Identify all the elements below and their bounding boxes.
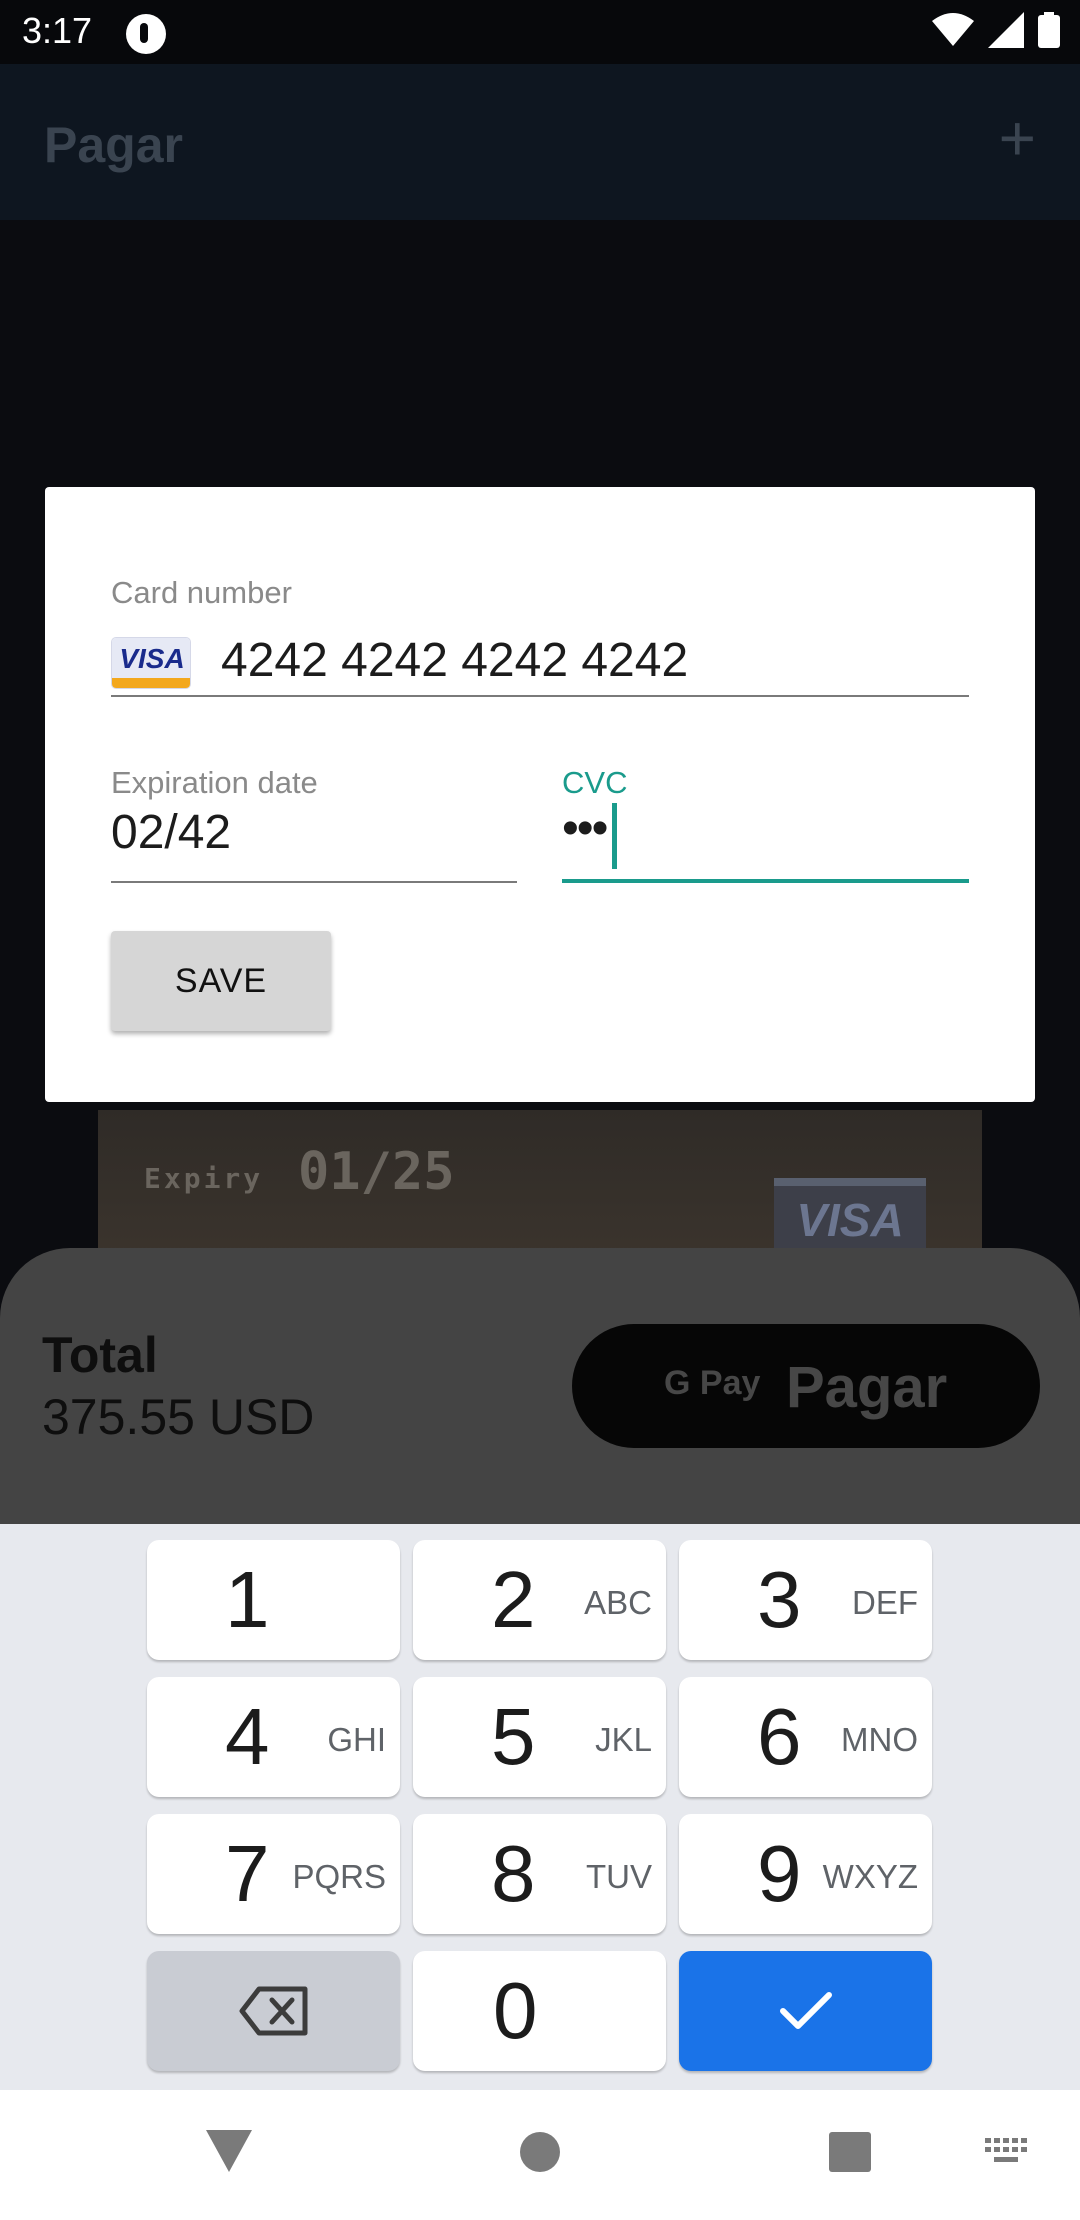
key-letters: DEF — [852, 1584, 918, 1621]
key-7[interactable]: 7 PQRS — [147, 1814, 400, 1934]
key-letters: TUV — [586, 1858, 652, 1895]
save-button[interactable]: SAVE — [111, 931, 331, 1031]
back-icon[interactable] — [206, 2130, 252, 2172]
card-number-value: 4242 4242 4242 4242 — [221, 634, 689, 687]
text-cursor — [612, 803, 617, 869]
card-expiry-label: Expiry — [144, 1162, 264, 1195]
keyboard-icon[interactable] — [985, 2138, 1029, 2166]
expiration-date-value: 02/42 — [111, 806, 232, 859]
cvc-label: CVC — [562, 765, 628, 800]
key-digit: 3 — [757, 1555, 802, 1644]
cvc-field[interactable]: ••• — [562, 797, 969, 883]
notification-app-icon — [126, 14, 166, 54]
page-title: Pagar — [44, 117, 183, 173]
recents-icon[interactable] — [829, 2132, 871, 2172]
key-letters: JKL — [595, 1721, 652, 1758]
key-8[interactable]: 8 TUV — [413, 1814, 666, 1934]
expiration-date-label: Expiration date — [111, 765, 318, 800]
key-4[interactable]: 4 GHI — [147, 1677, 400, 1797]
key-letters: MNO — [841, 1721, 918, 1758]
card-expiry-value: 01/25 — [298, 1142, 455, 1202]
key-digit: 2 — [491, 1555, 536, 1644]
key-digit: 7 — [225, 1829, 270, 1918]
key-digit: 9 — [757, 1829, 802, 1918]
key-2[interactable]: 2 ABC — [413, 1540, 666, 1660]
card-number-row: VISA 4242 4242 4242 4242 — [111, 634, 969, 697]
visa-card-icon: VISA — [111, 637, 191, 689]
backspace-key[interactable] — [147, 1951, 400, 2071]
key-digit: 6 — [757, 1692, 802, 1781]
check-icon — [779, 1992, 832, 2029]
google-pay-button[interactable]: G Pay Pagar — [572, 1324, 1040, 1448]
done-key[interactable] — [679, 1951, 932, 2071]
home-icon[interactable] — [519, 2131, 561, 2173]
status-time: 3:17 — [22, 10, 93, 51]
status-bar: 3:17 — [0, 0, 1080, 64]
expiration-date-field[interactable]: 02/42 — [111, 797, 517, 883]
backspace-icon — [239, 1986, 307, 2036]
key-digit: 1 — [225, 1555, 270, 1644]
add-card-dialog: Card number Expiration date 02/42 CVC ••… — [45, 487, 1035, 1102]
total-label: Total — [42, 1327, 158, 1383]
key-3[interactable]: 3 DEF — [679, 1540, 932, 1660]
cvc-value: ••• — [562, 802, 608, 855]
system-nav-bar — [0, 2090, 1080, 2220]
total-value: 375.55 USD — [42, 1389, 315, 1445]
key-6[interactable]: 6 MNO — [679, 1677, 932, 1797]
key-1[interactable]: 1 — [147, 1540, 400, 1660]
key-letters: GHI — [327, 1721, 386, 1758]
visa-card-icon-text: VISA — [112, 638, 190, 680]
add-icon[interactable]: + — [999, 106, 1036, 170]
wifi-icon — [932, 13, 974, 46]
key-digit: 5 — [491, 1692, 536, 1781]
card-number-label: Card number — [111, 575, 292, 610]
key-9[interactable]: 9 WXYZ — [679, 1814, 932, 1934]
battery-icon — [1038, 12, 1060, 48]
numeric-keyboard: 1 2 ABC 3 DEF 4 GHI 5 JKL 6 MNO 7 PQRS 8… — [0, 1524, 1080, 2090]
key-letters: WXYZ — [822, 1858, 918, 1895]
pay-button-label: Pagar — [786, 1355, 948, 1420]
key-5[interactable]: 5 JKL — [413, 1677, 666, 1797]
visa-card-icon-stripe — [112, 678, 190, 688]
app-bar: Pagar + — [0, 64, 1080, 220]
key-0[interactable]: 0 — [413, 1951, 666, 2071]
key-digit: 8 — [491, 1829, 536, 1918]
key-digit: 4 — [225, 1692, 270, 1781]
key-digit: 0 — [493, 1966, 538, 2055]
status-icons — [932, 12, 1060, 48]
google-pay-icon: G Pay — [664, 1364, 761, 1402]
checkout-sheet: Total 375.55 USD G Pay Pagar — [0, 1248, 1080, 1528]
key-letters: PQRS — [292, 1858, 386, 1895]
key-letters: ABC — [584, 1584, 652, 1621]
signal-icon — [988, 12, 1024, 48]
saved-card: Expiry 01/25 VISA — [98, 1110, 982, 1260]
